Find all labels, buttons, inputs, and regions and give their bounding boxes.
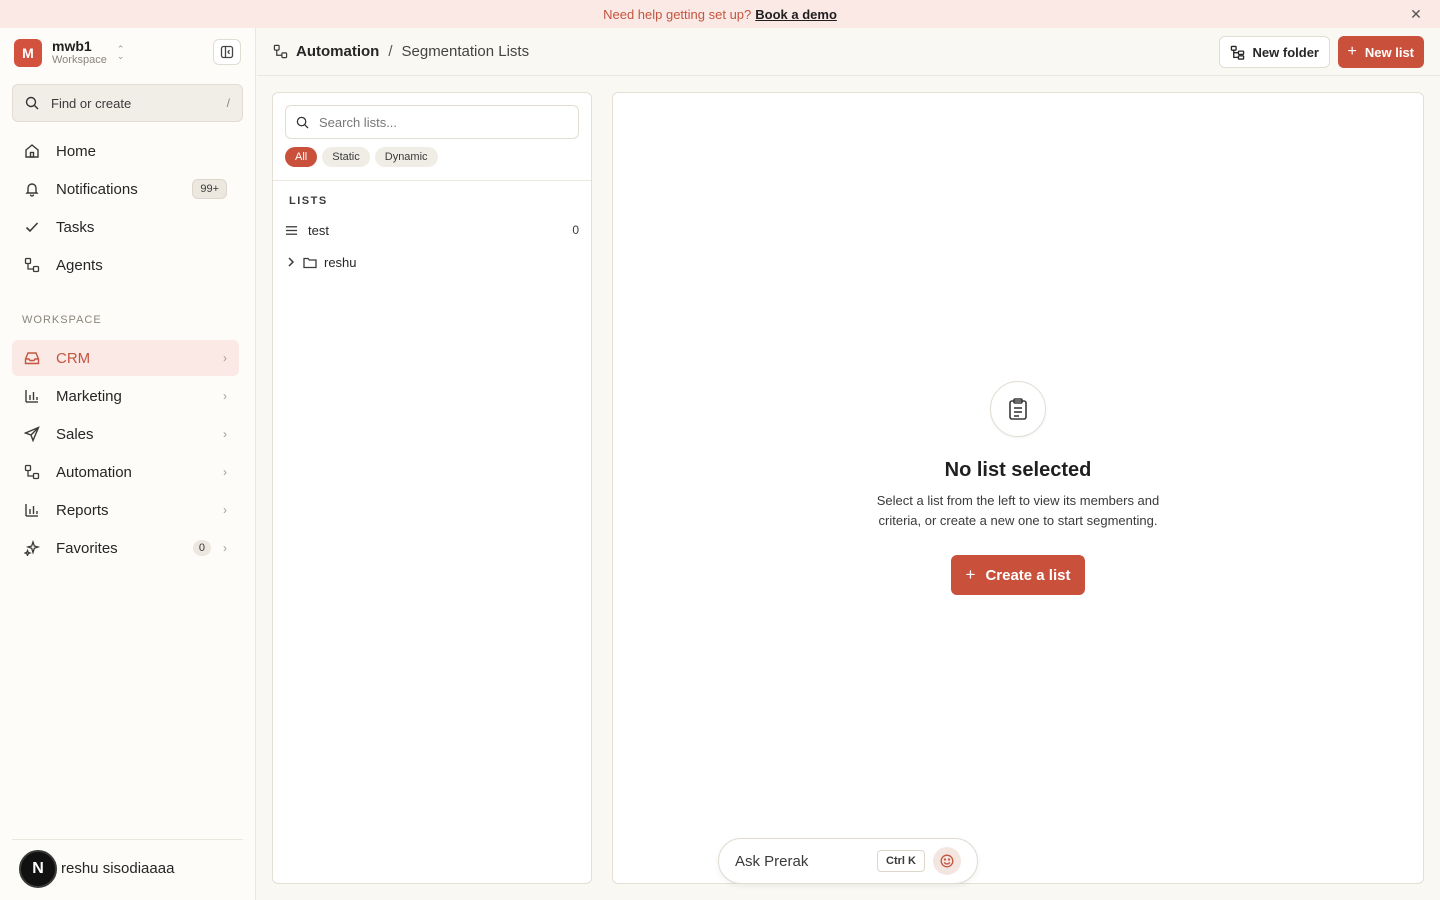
plus-icon: +	[1347, 43, 1357, 60]
favorites-count-badge: 0	[192, 540, 211, 556]
empty-state-description: Select a list from the left to view its …	[876, 493, 1160, 528]
new-list-button[interactable]: + New list	[1337, 36, 1424, 68]
page-title: Segmentation Lists	[401, 43, 530, 60]
user-profile[interactable]: N reshu sisodiaaaa	[12, 839, 243, 897]
sidebar-item-label: Reports	[56, 501, 109, 519]
sidebar-item-label: Tasks	[56, 218, 95, 236]
empty-state-title: No list selected	[944, 459, 1092, 481]
notifications-count-badge: 99+	[192, 179, 227, 199]
sidebar-item-label: CRM	[56, 349, 91, 367]
chevron-up-down-icon: ⌃ ⌄	[116, 44, 125, 61]
lists-section-label: LISTS	[289, 195, 328, 207]
breadcrumb-separator: /	[388, 43, 393, 60]
search-placeholder: Search lists...	[319, 114, 398, 130]
sidebar-item-crm[interactable]: CRM ›	[12, 340, 239, 376]
folder-item[interactable]: reshu	[285, 250, 579, 274]
user-name: reshu sisodiaaaa	[61, 860, 175, 877]
sidebar-toggle-icon	[220, 45, 234, 59]
breadcrumb: Automation / Segmentation Lists	[273, 43, 529, 60]
collapse-sidebar-button[interactable]	[213, 39, 241, 65]
find-shortcut: /	[226, 96, 230, 110]
divider	[273, 180, 591, 181]
setup-banner: Need help getting set up? Book a demo ✕	[0, 0, 1440, 28]
workflow-icon	[24, 257, 40, 273]
sidebar-item-label: Notifications	[56, 180, 138, 198]
assistant-shortcut: Ctrl K	[877, 850, 925, 872]
chevron-right-icon: ›	[223, 465, 227, 479]
sparkles-icon	[24, 540, 40, 556]
sidebar-item-reports[interactable]: Reports ›	[12, 492, 239, 528]
sidebar-item-notifications[interactable]: Notifications 99+	[12, 171, 239, 207]
new-list-label: New list	[1364, 44, 1414, 60]
sidebar-item-marketing[interactable]: Marketing ›	[12, 378, 239, 414]
create-list-button[interactable]: + Create a list	[951, 555, 1085, 595]
check-icon	[24, 219, 40, 235]
close-banner-icon[interactable]: ✕	[1408, 6, 1424, 22]
chevron-right-icon: ›	[223, 389, 227, 403]
find-or-create-input[interactable]: Find or create /	[12, 84, 243, 122]
folder-icon	[303, 256, 317, 269]
sidebar-item-sales[interactable]: Sales ›	[12, 416, 239, 452]
new-folder-label: New folder	[1252, 44, 1319, 60]
assistant-label: Ask Prerak	[735, 852, 809, 870]
send-icon	[24, 426, 40, 442]
sidebar-item-label: Favorites	[56, 539, 118, 557]
banner-text: Need help getting set up?	[603, 6, 752, 22]
workspace-name: mwb1	[52, 38, 92, 54]
sidebar: M mwb1 Workspace ⌃ ⌄ Find or create / Hom…	[0, 28, 256, 900]
ask-assistant-bar[interactable]: Ask Prerak Ctrl K	[718, 838, 978, 884]
sidebar-item-label: Sales	[56, 425, 94, 443]
page-header: Automation / Segmentation Lists New fold…	[257, 28, 1440, 76]
workflow-icon	[24, 464, 40, 480]
workspace-subtitle: Workspace	[52, 54, 107, 66]
sidebar-item-automation[interactable]: Automation ›	[12, 454, 239, 490]
list-item-name: test	[308, 222, 329, 238]
sidebar-item-label: Marketing	[56, 387, 122, 405]
search-icon	[296, 116, 309, 129]
inbox-icon	[24, 350, 40, 366]
list-type-filters: All Static Dynamic	[285, 147, 438, 167]
folder-item-name: reshu	[324, 254, 357, 270]
book-demo-link[interactable]: Book a demo	[755, 7, 837, 22]
sidebar-item-agents[interactable]: Agents	[12, 247, 239, 283]
workspace-avatar: M	[14, 39, 42, 67]
sidebar-item-label: Home	[56, 142, 97, 160]
chevron-right-icon[interactable]	[285, 256, 297, 268]
folder-tree-icon	[1230, 45, 1244, 60]
lists-panel: Search lists... All Static Dynamic LISTS…	[272, 92, 592, 884]
clipboard-icon	[990, 381, 1046, 437]
sidebar-item-tasks[interactable]: Tasks	[12, 209, 239, 245]
list-item[interactable]: test 0	[285, 218, 579, 242]
search-icon	[25, 96, 39, 110]
list-icon	[285, 224, 298, 237]
sidebar-item-home[interactable]: Home	[12, 133, 239, 169]
chevron-right-icon: ›	[223, 503, 227, 517]
search-lists-input[interactable]: Search lists...	[285, 105, 579, 139]
filter-dynamic[interactable]: Dynamic	[374, 147, 438, 167]
breadcrumb-automation[interactable]: Automation	[296, 43, 379, 60]
bell-icon	[24, 181, 40, 197]
sidebar-item-label: Automation	[56, 463, 132, 481]
chevron-right-icon: ›	[223, 427, 227, 441]
sidebar-item-favorites[interactable]: Favorites 0 ›	[12, 530, 239, 566]
find-label: Find or create	[51, 95, 132, 111]
workflow-icon	[273, 44, 288, 59]
sidebar-item-label: Agents	[56, 256, 103, 274]
list-detail-panel: No list selected Select a list from the …	[612, 92, 1424, 884]
bar-chart-icon	[24, 388, 40, 404]
list-item-count: 0	[572, 223, 579, 237]
chevron-right-icon: ›	[223, 351, 227, 365]
workspace-switcher[interactable]: M mwb1 Workspace ⌃ ⌄	[14, 38, 244, 68]
create-list-label: Create a list	[985, 566, 1071, 584]
filter-static[interactable]: Static	[322, 147, 370, 167]
bar-chart-icon	[24, 502, 40, 518]
plus-icon: +	[965, 565, 976, 584]
avatar: N	[19, 849, 57, 888]
workspace-section-label: WORKSPACE	[22, 314, 102, 326]
new-folder-button[interactable]: New folder	[1218, 36, 1330, 68]
home-icon	[24, 143, 40, 159]
filter-all[interactable]: All	[285, 147, 318, 167]
smiley-icon[interactable]	[933, 847, 961, 875]
chevron-right-icon: ›	[223, 541, 227, 555]
